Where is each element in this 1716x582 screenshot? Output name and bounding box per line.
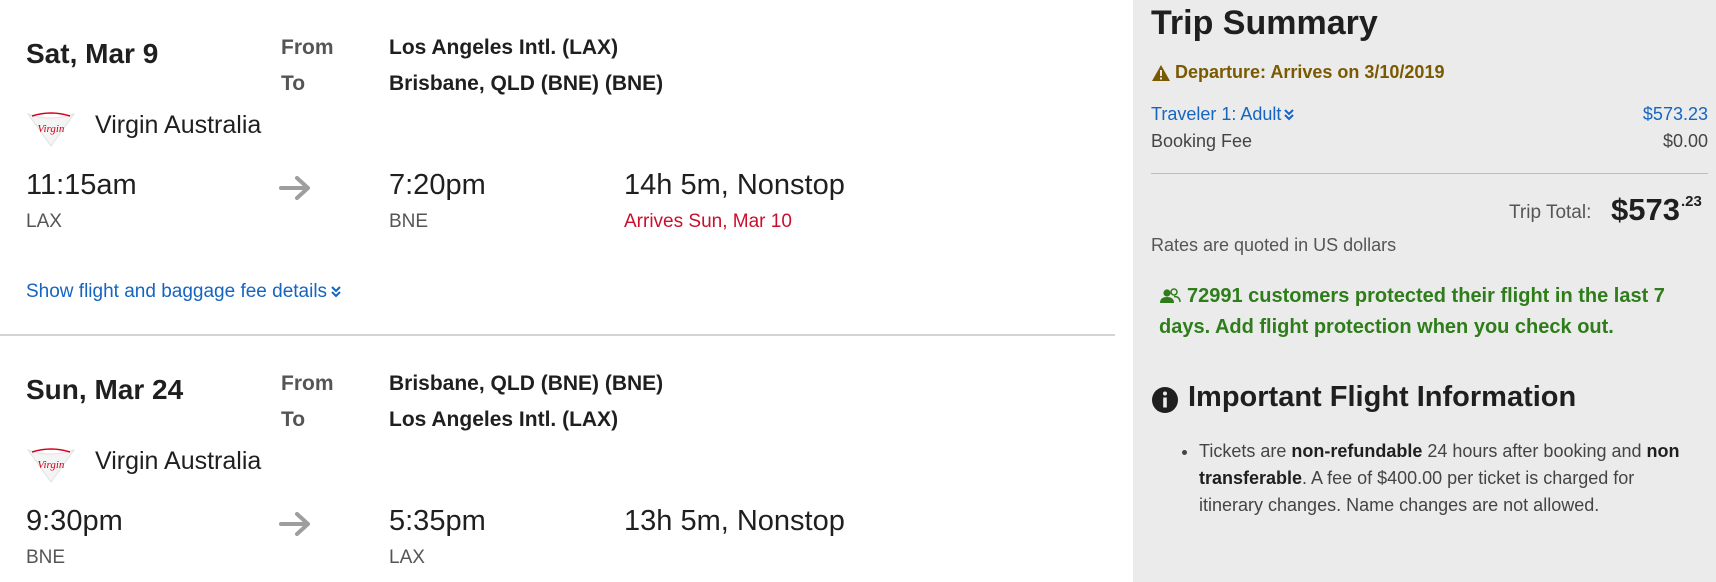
trip-total-value: $573.23	[1611, 192, 1702, 228]
origin-airport: Los Angeles Intl. (LAX)	[389, 36, 619, 59]
currency-note: Rates are quoted in US dollars	[1151, 235, 1397, 255]
traveler-price: $573.23	[1642, 104, 1708, 124]
leg-divider	[0, 334, 1115, 336]
airline-name: Virgin Australia	[95, 111, 262, 139]
trip-summary-title: Trip Summary	[1151, 4, 1378, 42]
departure-time: 9:30pm	[26, 505, 123, 537]
trip-total-whole: $573	[1611, 192, 1680, 227]
flight-duration: 14h 5m, Nonstop	[624, 169, 845, 201]
arrival-airport-code: BNE	[389, 211, 429, 232]
right-arrow-icon	[279, 176, 310, 200]
airline-logo-text: Virgin	[38, 459, 65, 471]
info-circle-icon	[1152, 387, 1178, 413]
important-flight-info-title: Important Flight Information	[1188, 381, 1577, 413]
departure-airport-code: LAX	[26, 211, 62, 232]
destination-airport: Los Angeles Intl. (LAX)	[389, 408, 619, 431]
destination-airport: Brisbane, QLD (BNE) (BNE)	[389, 72, 664, 95]
airline-logo-text: Virgin	[38, 123, 65, 135]
flight-duration: 13h 5m, Nonstop	[624, 505, 845, 537]
info-bold: non-refundable	[1291, 441, 1423, 461]
origin-airport: Brisbane, QLD (BNE) (BNE)	[389, 372, 664, 395]
info-text: 24 hours after booking and	[1422, 441, 1647, 461]
traveler-breakdown-toggle[interactable]: Traveler 1: Adult	[1151, 104, 1295, 125]
traveler-label: Traveler 1: Adult	[1151, 104, 1282, 124]
to-label: To	[281, 72, 306, 95]
next-day-arrival-note: Arrives Sun, Mar 10	[624, 211, 792, 232]
from-label: From	[281, 372, 334, 395]
booking-fee-label: Booking Fee	[1151, 131, 1253, 151]
right-arrow-icon	[279, 512, 310, 536]
double-chevron-down-icon	[331, 286, 341, 298]
double-chevron-down-icon	[1284, 109, 1295, 121]
arrival-time: 5:35pm	[389, 505, 486, 537]
virgin-australia-logo-icon: Virgin	[26, 448, 76, 483]
flight-info-list: Tickets are non-refundable 24 hours afte…	[1199, 438, 1699, 519]
leg-date: Sat, Mar 9	[26, 38, 159, 69]
leg-date: Sun, Mar 24	[26, 374, 184, 405]
departure-warning-text: Departure: Arrives on 3/10/2019	[1175, 62, 1445, 82]
summary-divider	[1151, 173, 1708, 174]
protection-text: 72991 customers protected their flight i…	[1159, 285, 1665, 338]
trip-total-cents: .23	[1680, 193, 1702, 210]
trip-total-label: Trip Total:	[1509, 202, 1592, 223]
to-label: To	[281, 408, 306, 431]
flight-list: Sat, Mar 9 From To Los Angeles Intl. (LA…	[0, 0, 1115, 582]
from-label: From	[281, 36, 334, 59]
flight-protection-message: 72991 customers protected their flight i…	[1159, 281, 1699, 343]
arrival-time: 7:20pm	[389, 169, 486, 201]
details-link-label: Show flight and baggage fee details	[26, 281, 328, 302]
virgin-australia-logo-icon: Virgin	[26, 112, 76, 147]
show-flight-details-link[interactable]: Show flight and baggage fee details	[26, 281, 341, 303]
arrival-airport-code: LAX	[389, 547, 425, 568]
info-text: Tickets are	[1199, 441, 1292, 461]
booking-fee-value: $0.00	[1662, 131, 1708, 151]
people-icon	[1160, 288, 1181, 303]
trip-summary-panel: Trip Summary Departure: Arrives on 3/10/…	[1133, 0, 1716, 582]
departure-warning: Departure: Arrives on 3/10/2019	[1151, 62, 1444, 83]
departure-airport-code: BNE	[26, 547, 66, 568]
departure-time: 11:15am	[26, 169, 137, 201]
flight-info-item: Tickets are non-refundable 24 hours afte…	[1199, 438, 1699, 519]
warning-triangle-icon	[1152, 64, 1170, 81]
airline-name: Virgin Australia	[95, 447, 262, 475]
